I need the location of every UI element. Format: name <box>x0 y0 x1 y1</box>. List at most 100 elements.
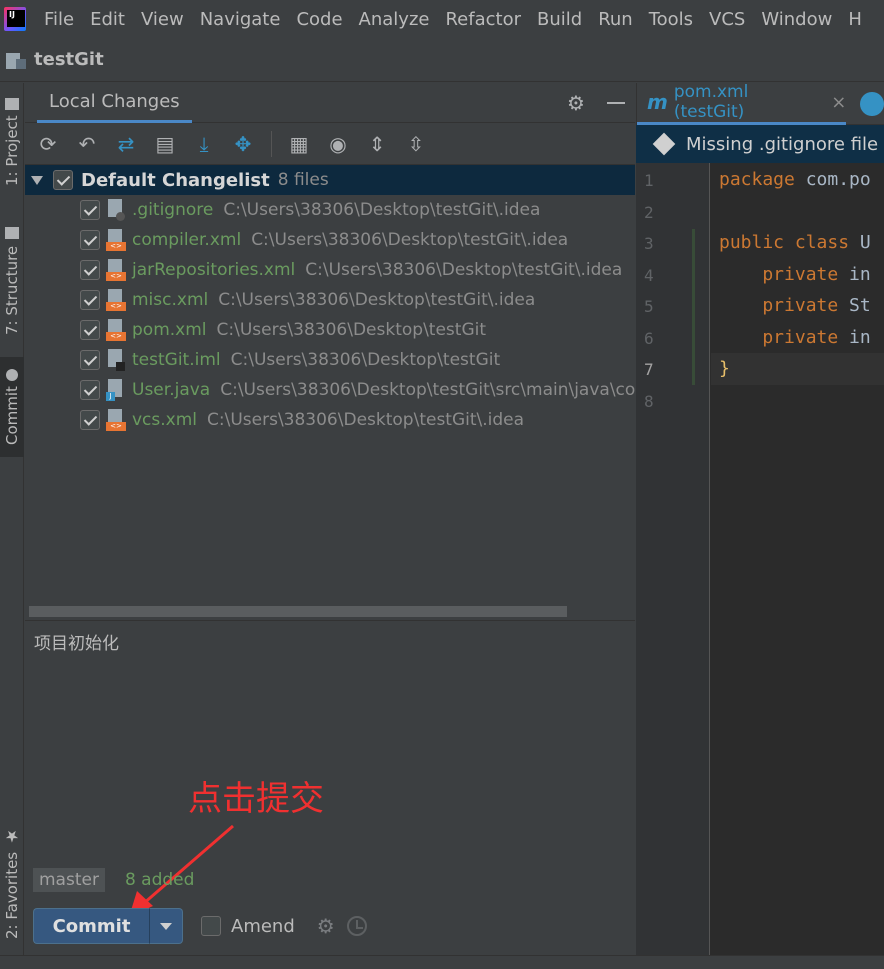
changelist-name: Default Changelist <box>81 169 270 191</box>
file-checkbox[interactable] <box>80 230 100 250</box>
xml-file-icon: <> <box>106 229 126 251</box>
menu-run[interactable]: Run <box>598 9 633 30</box>
ignore-file-icon <box>106 199 126 221</box>
file-path: C:\Users\38306\Desktop\testGit <box>216 320 487 340</box>
bottom-tool-bar <box>0 955 884 969</box>
horizontal-scrollbar[interactable] <box>29 606 567 617</box>
expand-all-icon[interactable]: ⇕ <box>364 131 390 157</box>
commit-panel-header: Local Changes ⚙ <box>25 83 635 123</box>
menu-help[interactable]: H <box>848 9 862 30</box>
menu-tools[interactable]: Tools <box>649 9 693 30</box>
commit-options-gear-icon[interactable]: ⚙ <box>317 914 335 938</box>
branch-badge[interactable]: master <box>33 868 105 892</box>
tool-tab-favorites[interactable]: 2: Favorites ★ <box>0 818 24 948</box>
tab-pom-xml[interactable]: m pom.xml (testGit) × <box>637 82 847 125</box>
rollback-icon[interactable]: ↶ <box>74 131 100 157</box>
amend-label: Amend <box>231 915 295 937</box>
file-path: C:\Users\38306\Desktop\testGit\.idea <box>251 230 569 250</box>
added-count: 8 added <box>124 870 195 890</box>
close-icon[interactable]: × <box>831 92 846 113</box>
file-row[interactable]: .gitignore C:\Users\38306\Desktop\testGi… <box>25 195 635 225</box>
shelve-icon[interactable]: ✥ <box>230 131 256 157</box>
menu-code[interactable]: Code <box>296 9 342 30</box>
tool-tab-project[interactable]: 1: Project <box>0 87 24 197</box>
menu-build[interactable]: Build <box>537 9 582 30</box>
menu-analyze[interactable]: Analyze <box>359 9 430 30</box>
changelist-row[interactable]: Default Changelist 8 files <box>25 165 635 195</box>
file-checkbox[interactable] <box>80 410 100 430</box>
commit-actions: Commit Amend ⚙ <box>33 908 367 944</box>
collapse-all-icon[interactable]: ⇳ <box>403 131 429 157</box>
expand-triangle-icon[interactable] <box>31 175 43 185</box>
menu-edit[interactable]: Edit <box>90 9 125 30</box>
changelist-icon[interactable]: ▤ <box>152 131 178 157</box>
commit-dropdown-button[interactable] <box>149 908 183 944</box>
file-path: C:\Users\38306\Desktop\testGit\.idea <box>218 290 536 310</box>
menu-view[interactable]: View <box>141 9 184 30</box>
file-checkbox[interactable] <box>80 350 100 370</box>
file-checkbox[interactable] <box>80 260 100 280</box>
tool-tab-commit[interactable]: Commit <box>0 357 24 457</box>
gitignore-notification: Missing .gitignore file in <box>636 125 884 163</box>
group-by-icon[interactable]: ▦ <box>286 131 312 157</box>
file-row[interactable]: <> misc.xml C:\Users\38306\Desktop\testG… <box>25 285 635 315</box>
line-number: 2 <box>644 203 654 222</box>
line-number: 6 <box>644 329 654 348</box>
project-breadcrumb: testGit <box>0 38 884 82</box>
changelist-checkbox[interactable] <box>53 170 73 190</box>
file-name: .gitignore <box>132 200 214 220</box>
file-checkbox[interactable] <box>80 290 100 310</box>
commit-panel: Local Changes ⚙ ⟳ ↶ ⇄ ▤ ⤓ ✥ ▦ ◉ ⇕ ⇳ Defa… <box>25 83 635 955</box>
line-number: 8 <box>644 392 654 411</box>
file-checkbox[interactable] <box>80 320 100 340</box>
update-icon[interactable]: ⤓ <box>191 131 217 157</box>
refresh-icon[interactable]: ⟳ <box>35 131 61 157</box>
history-clock-icon[interactable] <box>346 916 367 936</box>
commit-message-area[interactable]: 项目初始化 点击提交 <box>25 620 635 917</box>
menu-file[interactable]: File <box>44 9 74 30</box>
code-line: package com.po <box>719 169 871 190</box>
menu-refactor[interactable]: Refactor <box>445 9 521 30</box>
java-file-icon: J <box>106 379 126 401</box>
commit-button[interactable]: Commit <box>33 908 149 944</box>
code-line: public class U <box>719 232 871 253</box>
file-row[interactable]: J User.java C:\Users\38306\Desktop\testG… <box>25 375 635 405</box>
show-diff-icon[interactable]: ⇄ <box>113 131 139 157</box>
file-row[interactable]: <> vcs.xml C:\Users\38306\Desktop\testGi… <box>25 405 635 435</box>
toolbar-separator <box>271 130 272 157</box>
minimize-icon[interactable] <box>607 102 625 104</box>
current-line-highlight <box>711 353 884 385</box>
file-row[interactable]: <> pom.xml C:\Users\38306\Desktop\testGi… <box>25 315 635 345</box>
maven-icon: m <box>647 90 668 114</box>
vcs-change-marker <box>692 229 695 385</box>
tab-local-changes[interactable]: Local Changes <box>37 83 192 123</box>
gear-icon[interactable]: ⚙ <box>567 93 587 113</box>
file-row[interactable]: testGit.iml C:\Users\38306\Desktop\testG… <box>25 345 635 375</box>
menu-window[interactable]: Window <box>761 9 832 30</box>
left-tool-strip: 1: Project 7: Structure Commit 2: Favori… <box>0 83 24 955</box>
tool-tab-structure-label: 7: Structure <box>3 245 21 335</box>
changes-toolbar: ⟳ ↶ ⇄ ▤ ⤓ ✥ ▦ ◉ ⇕ ⇳ <box>25 123 635 165</box>
menu-vcs[interactable]: VCS <box>709 9 745 30</box>
menu-navigate[interactable]: Navigate <box>200 9 281 30</box>
xml-file-icon: <> <box>106 319 126 341</box>
file-path: C:\Users\38306\Desktop\testGit\.idea <box>305 260 623 280</box>
file-name: compiler.xml <box>132 230 242 250</box>
line-number: 3 <box>644 234 654 253</box>
file-name: pom.xml <box>132 320 207 340</box>
tool-tab-structure[interactable]: 7: Structure <box>0 221 24 341</box>
line-number: 4 <box>644 266 654 285</box>
project-name[interactable]: testGit <box>34 49 104 70</box>
file-name: misc.xml <box>132 290 209 310</box>
file-path: C:\Users\38306\Desktop\testGit <box>230 350 501 370</box>
code-editor[interactable]: 1 2 3 4 5 6 7 8 package com.po public cl… <box>636 163 884 955</box>
class-icon[interactable] <box>860 91 884 116</box>
file-row[interactable]: <> jarRepositories.xml C:\Users\38306\De… <box>25 255 635 285</box>
file-checkbox[interactable] <box>80 380 100 400</box>
amend-checkbox[interactable] <box>201 916 221 936</box>
line-number: 1 <box>644 171 654 190</box>
xml-file-icon: <> <box>106 259 126 281</box>
file-checkbox[interactable] <box>80 200 100 220</box>
file-row[interactable]: <> compiler.xml C:\Users\38306\Desktop\t… <box>25 225 635 255</box>
eye-icon[interactable]: ◉ <box>325 131 351 157</box>
